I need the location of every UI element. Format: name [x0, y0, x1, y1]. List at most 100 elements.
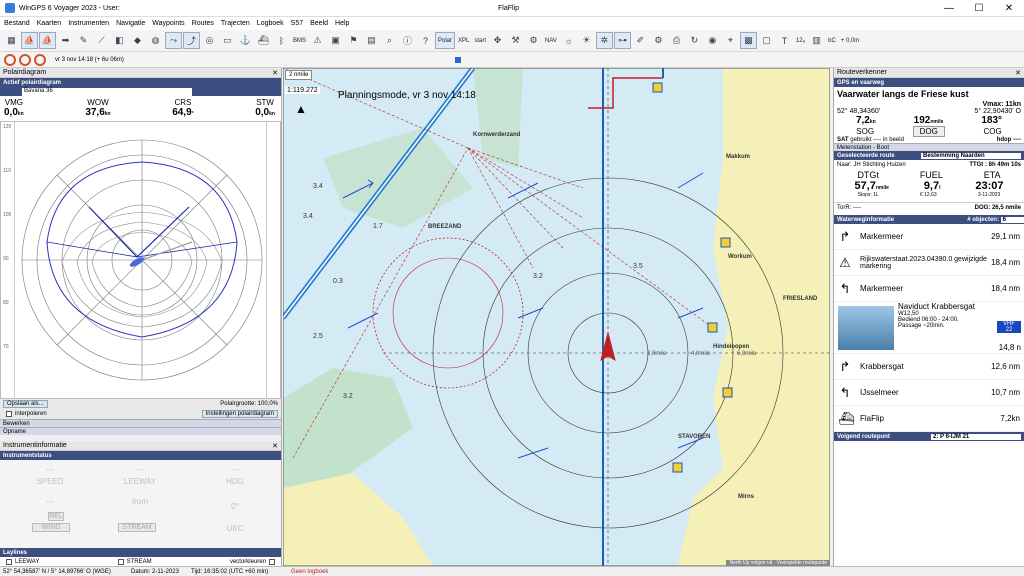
palette-icon[interactable]: ▥	[808, 32, 825, 49]
ruler-icon[interactable]: ⟋	[93, 32, 110, 49]
maximize-button[interactable]: ☐	[964, 0, 994, 17]
laylines-header[interactable]: Laylines	[0, 548, 281, 557]
item-6-name: FlaFlip	[860, 414, 885, 423]
vhf-badge[interactable]: VHF 22	[997, 321, 1021, 333]
flag-icon[interactable]: ⚑	[345, 32, 362, 49]
globe-icon[interactable]: ◍	[147, 32, 164, 49]
move-icon[interactable]: ✥	[489, 32, 506, 49]
lock-icon[interactable]: ▣	[327, 32, 344, 49]
menu-help[interactable]: Help	[335, 20, 349, 27]
route-select[interactable]: Bestemming Naarden	[921, 152, 1021, 159]
stream-button[interactable]: STREAM	[118, 523, 156, 532]
bc-button[interactable]: bC	[826, 32, 838, 49]
polar-section-header[interactable]: Actief polairdiagram	[0, 78, 281, 87]
zoom-icon[interactable]: ⌕	[381, 32, 398, 49]
tools-icon[interactable]: ⚒	[507, 32, 524, 49]
menu-trajecten[interactable]: Trajecten	[221, 20, 250, 27]
save-as-button[interactable]: Opslaan als...	[3, 400, 48, 408]
instrument-status-header[interactable]: Instrumentstatus	[0, 451, 281, 460]
layer-icon[interactable]: ◧	[111, 32, 128, 49]
position-icon[interactable]: ⌖	[722, 32, 739, 49]
boat-icon[interactable]: ⛴	[255, 32, 272, 49]
polar-close-icon[interactable]: ✕	[272, 69, 278, 77]
minimize-button[interactable]: —	[934, 0, 964, 17]
font-size-button[interactable]: 12₈	[794, 32, 807, 49]
connect-icon[interactable]: ⊶	[613, 32, 631, 49]
arrow-icon[interactable]: ➡	[57, 32, 74, 49]
menu-logboek[interactable]: Logboek	[257, 20, 284, 27]
chart-icon[interactable]: ▤	[363, 32, 380, 49]
menu-bestand[interactable]: Bestand	[4, 20, 30, 27]
mesh-icon[interactable]: ▩	[739, 32, 757, 49]
interpolate-label: interpoleren	[15, 411, 47, 417]
menu-navigatie[interactable]: Navigatie	[116, 20, 145, 27]
light-icon[interactable]: ☼	[560, 32, 577, 49]
bluetooth-icon[interactable]: ᛒ	[273, 32, 290, 49]
route-icon[interactable]: ⤳	[165, 32, 182, 49]
printer-icon[interactable]: ⎙	[668, 32, 685, 49]
warning-icon[interactable]: ⚠	[309, 32, 326, 49]
interpolate-checkbox[interactable]: interpoleren	[3, 410, 47, 419]
time-slider[interactable]	[455, 57, 461, 63]
anchor-icon[interactable]: ⚓	[237, 32, 254, 49]
nautical-chart[interactable]: 3.4 3.4 0.3 1.7 3.2 3.5 2.5 3.2 BREEZAND FRIES…	[283, 68, 830, 566]
wrench-icon[interactable]: ⚙	[525, 32, 542, 49]
text-icon[interactable]: T	[776, 32, 793, 49]
reset-time-icon[interactable]	[4, 53, 16, 66]
gps-section[interactable]: GPS en vaarweg	[834, 78, 1024, 87]
xpl-button[interactable]: XPL	[456, 32, 471, 49]
bms-button[interactable]: BMS	[291, 32, 308, 49]
instrument-close-icon[interactable]: ✕	[272, 442, 278, 450]
rotate-icon[interactable]: ↻	[686, 32, 703, 49]
dog-button[interactable]: DOG	[912, 126, 945, 137]
menu-beeld[interactable]: Beeld	[310, 20, 328, 27]
radar-icon[interactable]: ◉	[704, 32, 721, 49]
bewerken-section[interactable]: Bewerken	[0, 419, 281, 427]
grid-icon[interactable]: ▦	[3, 32, 20, 49]
waterway-item-6[interactable]: ⛴ FlaFlip 7,2kn	[834, 406, 1024, 432]
help-icon[interactable]: ?	[417, 32, 434, 49]
menu-instrumenten[interactable]: Instrumenten	[68, 20, 109, 27]
menu-kaarten[interactable]: Kaarten	[37, 20, 62, 27]
waterway-item-1[interactable]: ↱ Markermeer 29,1 nm	[834, 224, 1024, 250]
boat-select[interactable]: Bavaria 36	[22, 87, 192, 96]
next-waypoint-select[interactable]: 2: P 6-IJM 21	[931, 433, 1021, 440]
settings-icon[interactable]: ⚙	[650, 32, 667, 49]
bridge-item[interactable]: Naviduct Krabbersgat W12,50 Bediend 06:0…	[834, 302, 1024, 354]
play-time-icon[interactable]	[19, 53, 31, 66]
info-icon[interactable]: ⓘ	[399, 32, 416, 49]
nav-button[interactable]: NAV	[543, 32, 559, 49]
frame-icon[interactable]: ▢	[758, 32, 775, 49]
menu-waypoints[interactable]: Waypoints	[152, 20, 184, 27]
chart-a-icon[interactable]: ⛵	[21, 32, 38, 49]
route-explorer-close-icon[interactable]: ✕	[1015, 69, 1021, 77]
track-icon[interactable]: ⤴	[183, 32, 200, 49]
pencil-icon[interactable]: ✎	[75, 32, 92, 49]
objects-select[interactable]: 6	[1000, 216, 1024, 223]
brush-icon[interactable]: ✐	[632, 32, 649, 49]
waterway-item-2[interactable]: ⚠ Rijkswaterstaat.2023.04390.0 gewijzigde…	[834, 250, 1024, 276]
wind-button[interactable]: WIND	[32, 523, 70, 532]
menu-routes[interactable]: Routes	[192, 20, 214, 27]
menu-s57[interactable]: S57	[291, 20, 303, 27]
polar-plot[interactable]: 120 110 100 90 80 70	[0, 121, 281, 399]
status-log[interactable]: Geen logboek	[291, 569, 328, 575]
waterway-item-3[interactable]: ↰ Markermeer 18,4 nm	[834, 276, 1024, 302]
target-icon[interactable]: ◎	[201, 32, 218, 49]
bulb-icon[interactable]: ☀	[578, 32, 595, 49]
waypoint-icon[interactable]: ◆	[129, 32, 146, 49]
polar-button[interactable]: Polar	[435, 32, 456, 49]
rel-button[interactable]: REL	[48, 512, 64, 521]
polar-settings-button[interactable]: Instellingen polairdiagram	[201, 410, 278, 418]
waterway-item-5[interactable]: ↰ IJsselmeer 10,7 nm	[834, 380, 1024, 406]
compass-icon[interactable]: ✲	[595, 32, 613, 49]
measure-icon[interactable]: ▭	[219, 32, 236, 49]
meten-section[interactable]: Metenstation - Boot	[834, 143, 1024, 151]
clock-icon[interactable]	[34, 53, 46, 66]
chart-b-icon[interactable]: ⛵	[39, 32, 56, 49]
waterway-item-4[interactable]: ↱ Krabbersgat 12,6 nm	[834, 354, 1024, 380]
start-button[interactable]: start	[472, 32, 488, 49]
opname-section[interactable]: Opname	[0, 427, 281, 435]
offset-value[interactable]: + 0,0m	[839, 32, 862, 49]
close-button[interactable]: ✕	[994, 0, 1024, 17]
